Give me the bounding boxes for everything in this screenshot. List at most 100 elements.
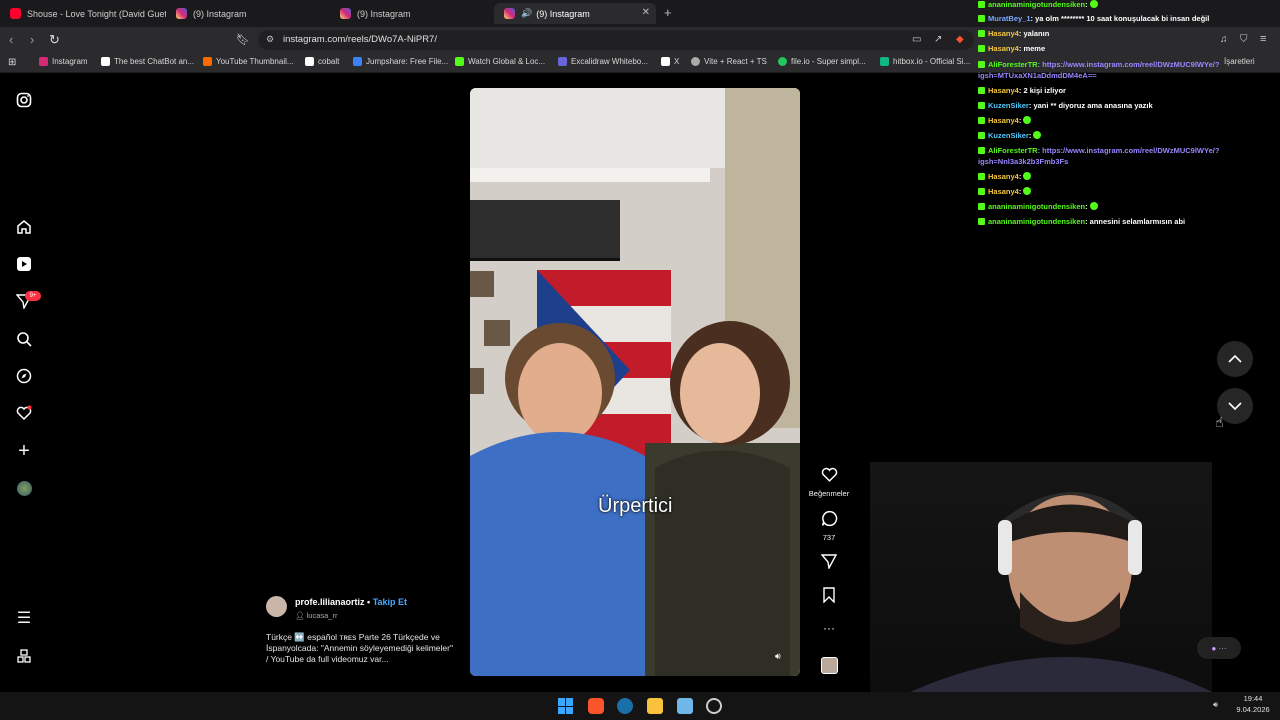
reel-author-info: profe.lilianaortiz • Takip Et 👤︎ lucasa_… [266, 596, 466, 676]
chat-user: KuzenSiker [988, 131, 1029, 140]
volume-tray-icon[interactable]: 🔊︎ [1213, 700, 1218, 710]
volume-icon[interactable]: 🔊︎ [775, 651, 781, 662]
tab-youtube[interactable]: Shouse - Love Tonight (David Guetta [0, 3, 166, 24]
profile-avatar-icon[interactable] [15, 479, 33, 497]
bookmark-item[interactable]: YouTube Thumbnail... [203, 57, 294, 66]
author-avatar[interactable] [266, 596, 287, 617]
speaker-icon: 🔊 [521, 8, 533, 18]
bookmark-item[interactable]: X [661, 57, 679, 66]
audio-line[interactable]: 👤︎ lucasa_rr [295, 611, 337, 620]
brave-browser-icon[interactable] [588, 698, 604, 714]
hitbox-icon [880, 57, 889, 66]
tray-overlay-icon[interactable]: ● ··· [1197, 637, 1241, 659]
bookmark-icon[interactable]: 🔖︎ [236, 33, 250, 46]
notifications-heart-icon[interactable] [15, 404, 33, 422]
previous-reel-button[interactable] [1217, 341, 1253, 377]
apps-icon[interactable]: ⊞ [8, 57, 16, 68]
comment-button[interactable]: 737 [806, 510, 852, 542]
chat-user: KuzenSiker [988, 101, 1029, 110]
steam-icon[interactable] [617, 698, 633, 714]
chat-text: : annesini selamlarmısın abi [1085, 217, 1186, 226]
system-clock[interactable]: 19:44 9.04.2026 [1226, 693, 1280, 715]
instagram-logo-icon[interactable] [15, 91, 33, 109]
bookmark-item[interactable]: Instagram [39, 57, 88, 66]
instagram-icon [504, 8, 515, 19]
fileio-icon [778, 57, 787, 66]
clock-date: 9.04.2026 [1236, 705, 1270, 714]
app-icon[interactable] [677, 698, 693, 714]
tab-instagram-1[interactable]: (9) Instagram [166, 3, 332, 24]
explore-icon[interactable] [15, 367, 33, 385]
x-icon [661, 57, 670, 66]
reload-icon[interactable]: ↻ [49, 32, 60, 48]
save-button[interactable] [806, 587, 852, 608]
bookmark-item[interactable]: Jumpshare: Free File... [353, 57, 448, 66]
author-username[interactable]: profe.lilianaortiz [295, 597, 365, 607]
home-icon[interactable] [15, 218, 33, 236]
share-button[interactable] [806, 553, 852, 574]
reels-icon[interactable] [15, 255, 33, 273]
audio-thumbnail[interactable] [806, 657, 852, 679]
bookmark-item[interactable]: Excalidraw Whitebo... [558, 57, 648, 66]
chat-user: ananinaminigotundensiken [988, 217, 1086, 226]
bookmark-label: cobalt [318, 57, 340, 66]
chatbot-icon [101, 57, 110, 66]
share-icon[interactable]: ↗ [934, 34, 942, 45]
chat-text: : yani ** diyoruz ama anasına yazık [1028, 101, 1153, 110]
bookmark-label: Instagram [52, 57, 88, 66]
bookmark-item[interactable]: Watch Global & Loc... [455, 57, 545, 66]
also-from-meta-icon[interactable] [15, 647, 33, 665]
brave-shield-icon[interactable]: ◆ [956, 34, 964, 45]
badge-icon [978, 61, 985, 68]
chat-user: ananinaminigotundensiken [988, 202, 1086, 211]
chat-message: Hasany4: yalanın [978, 29, 1049, 38]
chevron-down-icon [1228, 402, 1242, 411]
video-caption-text: Ürpertici [598, 495, 673, 517]
bookmark-item[interactable]: hitbox.io - Official Si... [880, 57, 970, 66]
bookmark-item[interactable]: Vite + React + TS [691, 57, 767, 66]
badge-icon [978, 1, 985, 8]
badge-icon [978, 87, 985, 94]
windows-start-icon[interactable] [558, 698, 574, 714]
follow-button[interactable]: Takip Et [373, 597, 407, 607]
bookmark-item[interactable]: cobalt [305, 57, 339, 66]
reel-description[interactable]: Türkçe ↔️ español ᴛʀᴇs Parte 26 Türkçede… [266, 632, 456, 665]
chat-message: Hasany4: [978, 187, 1032, 196]
excalidraw-icon [558, 57, 567, 66]
forward-icon[interactable]: › [30, 32, 34, 47]
tab-instagram-active[interactable]: 🔊 (9) Instagram ✕ [494, 3, 656, 24]
user-icon: 👤︎ [295, 611, 305, 620]
bookmark-label: Jumpshare: Free File... [366, 57, 449, 66]
badge-icon [978, 15, 985, 22]
recording-app-icon[interactable] [706, 698, 722, 714]
chat-text: : [1018, 187, 1022, 196]
chat-message: AliForesterTR: https://www.instagram.com… [978, 145, 1278, 167]
back-icon[interactable]: ‹ [9, 32, 13, 47]
like-button[interactable]: Beğenmeler [806, 466, 852, 498]
badge-icon [978, 188, 985, 195]
bookmark-label: Excalidraw Whitebo... [571, 57, 648, 66]
close-tab-icon[interactable]: ✕ [642, 7, 650, 18]
site-info-icon[interactable]: ⚙︎ [266, 34, 274, 45]
chat-message: ananinaminigotundensiken: [978, 202, 1098, 211]
chat-text: : ya olm ******** 10 saat konuşulacak bi… [1030, 14, 1210, 23]
file-explorer-icon[interactable] [647, 698, 663, 714]
badge-icon [978, 203, 985, 210]
address-bar[interactable]: ⚙︎ instagram.com/reels/DWo7A-NiPR7/ [258, 30, 974, 50]
chat-message: KuzenSiker: yani ** diyoruz ama anasına … [978, 101, 1153, 110]
emote-icon [1033, 131, 1042, 139]
tab-instagram-2[interactable]: (9) Instagram [330, 3, 496, 24]
search-icon[interactable] [15, 330, 33, 348]
new-tab-button[interactable]: + [664, 5, 672, 20]
create-plus-icon[interactable]: + [15, 440, 33, 462]
more-options-button[interactable]: ··· [806, 621, 852, 635]
chat-message: Hasany4: meme [978, 44, 1045, 53]
bookmark-item[interactable]: file.io - Super simpl... [778, 57, 866, 66]
reel-video[interactable]: Ürpertici 🔊︎ [470, 88, 800, 676]
badge-icon [978, 30, 985, 37]
bookmark-item[interactable]: The best ChatBot an... [101, 57, 194, 66]
screen-icon[interactable]: ▭ [912, 34, 921, 45]
globe-icon [691, 57, 700, 66]
more-menu-icon[interactable]: ☰ [15, 609, 33, 627]
chat-user: Hasany4 [988, 187, 1019, 196]
